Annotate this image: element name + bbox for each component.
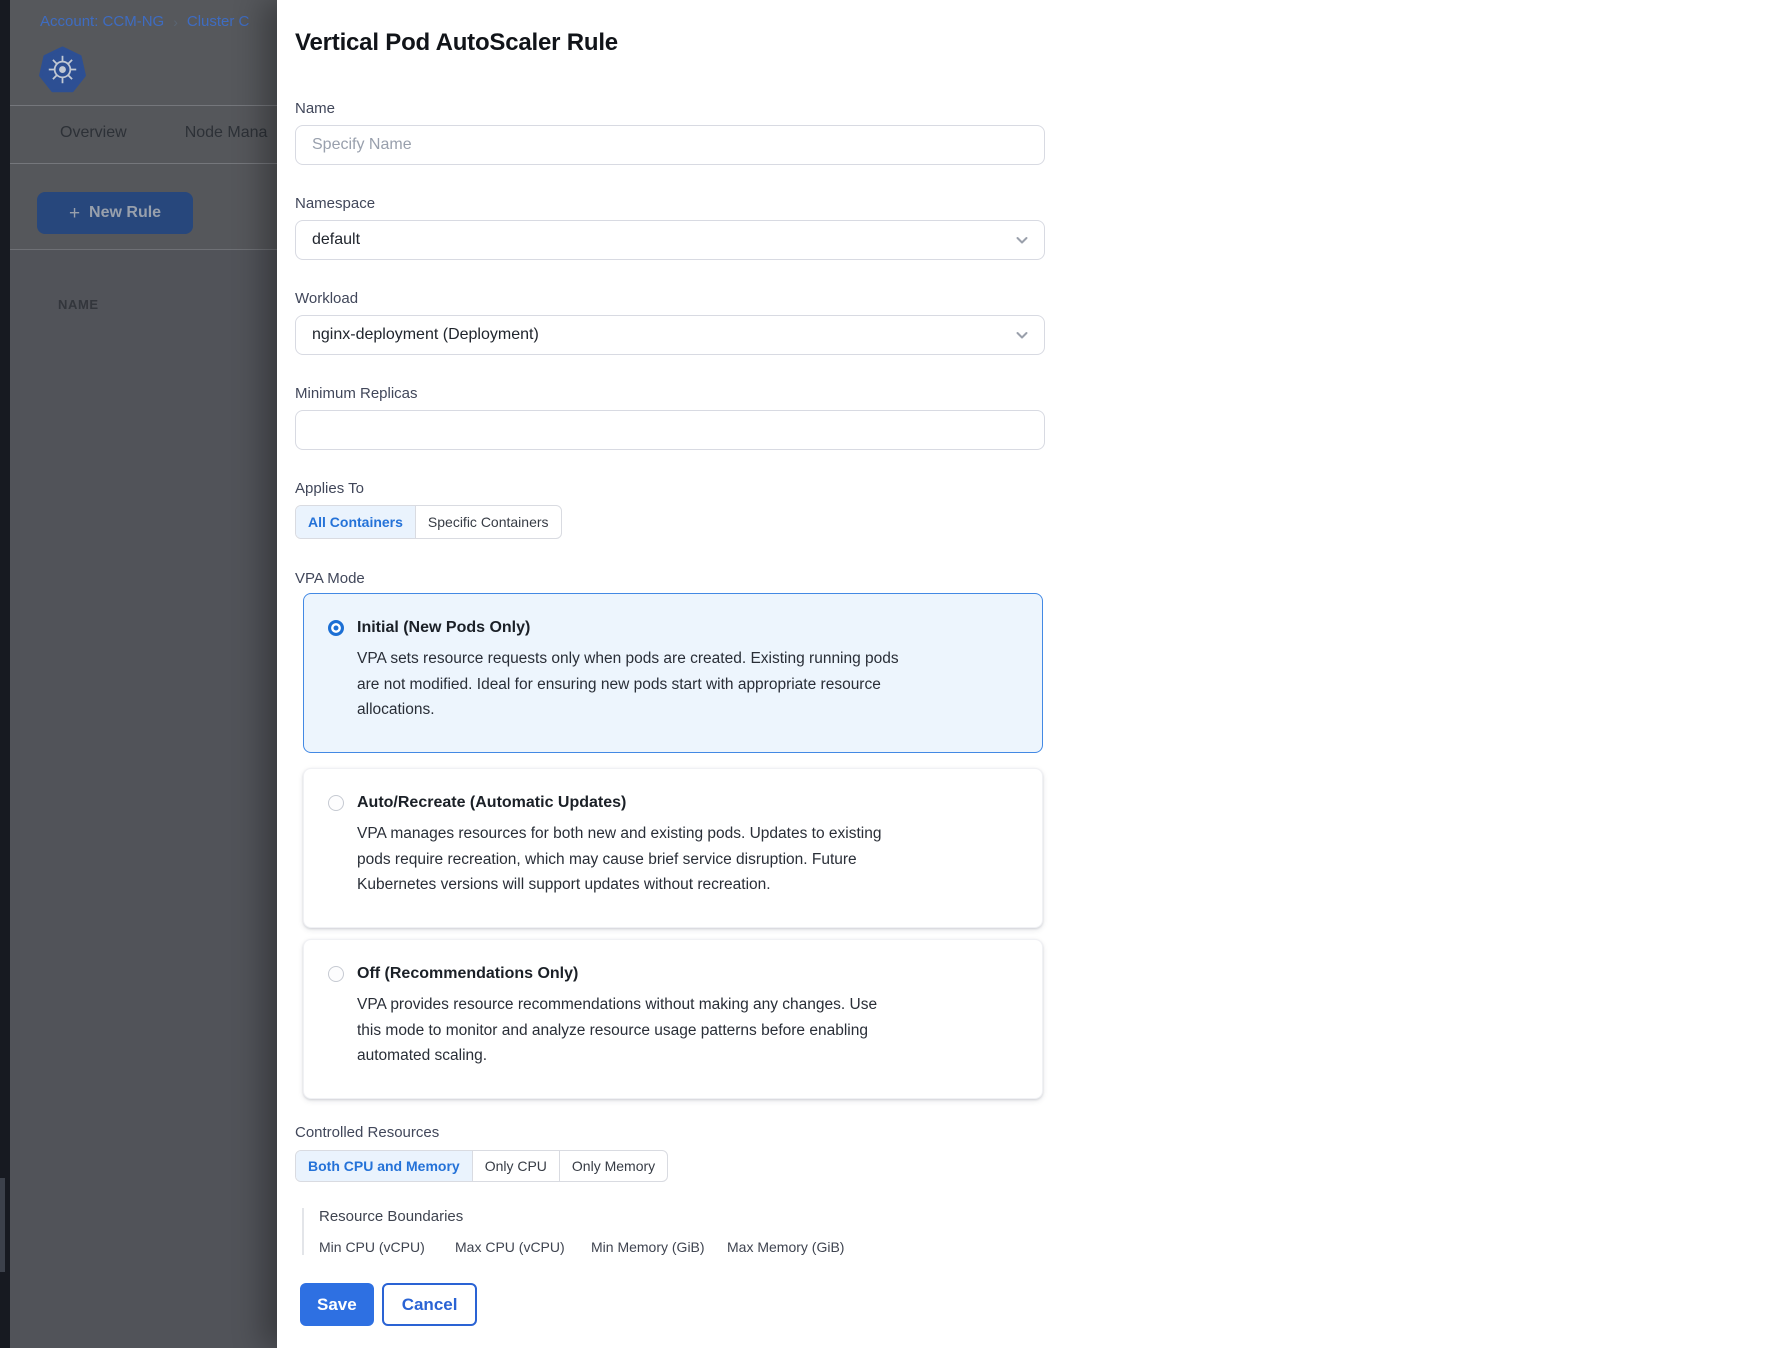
min-replicas-input[interactable] — [295, 410, 1045, 450]
column-min-cpu: Min CPU (vCPU) — [319, 1238, 455, 1255]
vpa-mode-option-description: VPA manages resources for both new and e… — [357, 821, 905, 898]
tab-overview[interactable]: Overview — [60, 124, 127, 142]
vpa-mode-card-initial[interactable]: Initial (New Pods Only) VPA sets resourc… — [303, 593, 1043, 753]
vpa-mode-option-description: VPA sets resource requests only when pod… — [357, 646, 905, 723]
workload-field-group: Workload nginx-deployment (Deployment) — [295, 290, 1045, 355]
chevron-down-icon — [1014, 327, 1030, 343]
applies-to-group: Applies To All Containers Specific Conta… — [295, 480, 1045, 539]
applies-to-segmented-control: All Containers Specific Containers — [295, 505, 562, 539]
segment-all-containers[interactable]: All Containers — [296, 506, 415, 538]
controlled-resources-segmented-control: Both CPU and Memory Only CPU Only Memory — [295, 1150, 668, 1182]
segment-both-cpu-memory[interactable]: Both CPU and Memory — [296, 1151, 472, 1181]
page-tabs: Overview Node Mana — [60, 124, 267, 142]
left-edge-rail — [0, 0, 10, 1348]
column-max-cpu: Max CPU (vCPU) — [455, 1238, 591, 1255]
new-rule-button-label: New Rule — [89, 204, 161, 222]
breadcrumb: Account: CCM-NG › Cluster C — [40, 13, 249, 30]
new-rule-button[interactable]: + New Rule — [37, 192, 193, 234]
segment-only-cpu[interactable]: Only CPU — [472, 1151, 559, 1181]
breadcrumb-cluster-link[interactable]: Cluster C — [187, 13, 250, 30]
resource-boundaries-label: Resource Boundaries — [319, 1208, 1782, 1226]
chevron-down-icon — [1014, 232, 1030, 248]
vpa-mode-label: VPA Mode — [295, 570, 1045, 588]
vpa-mode-option-title: Off (Recommendations Only) — [357, 965, 578, 982]
vpa-mode-card-auto-recreate[interactable]: Auto/Recreate (Automatic Updates) VPA ma… — [303, 768, 1043, 928]
segment-only-memory[interactable]: Only Memory — [559, 1151, 667, 1181]
min-replicas-label: Minimum Replicas — [295, 385, 1045, 403]
applies-to-label: Applies To — [295, 480, 1045, 498]
breadcrumb-separator-icon: › — [173, 14, 178, 30]
vpa-card-header: Auto/Recreate (Automatic Updates) — [328, 794, 1018, 811]
namespace-field-group: Namespace default — [295, 195, 1045, 260]
column-max-memory: Max Memory (GiB) — [727, 1238, 863, 1255]
drawer-footer: Save Cancel — [300, 1283, 477, 1326]
cancel-button[interactable]: Cancel — [382, 1283, 478, 1326]
vpa-mode-option-description: VPA provides resource recommendations wi… — [357, 992, 905, 1069]
segment-specific-containers[interactable]: Specific Containers — [415, 506, 561, 538]
column-min-memory: Min Memory (GiB) — [591, 1238, 727, 1255]
workload-select-value: nginx-deployment (Deployment) — [312, 326, 539, 344]
name-label: Name — [295, 100, 1045, 118]
vpa-mode-option-title: Initial (New Pods Only) — [357, 619, 530, 636]
name-field-group: Name — [295, 100, 1045, 165]
controlled-resources-label: Controlled Resources — [295, 1124, 1045, 1142]
drawer-title: Vertical Pod AutoScaler Rule — [295, 28, 1782, 58]
name-input[interactable] — [295, 125, 1045, 165]
vpa-mode-group: VPA Mode Initial (New Pods Only) VPA set… — [295, 570, 1045, 1099]
radio-unselected-icon[interactable] — [328, 795, 344, 811]
controlled-resources-group: Controlled Resources Both CPU and Memory… — [295, 1124, 1045, 1182]
namespace-select-value: default — [312, 231, 360, 249]
table-column-header-name: NAME — [58, 297, 99, 312]
namespace-select[interactable]: default — [295, 220, 1045, 260]
vpa-mode-option-title: Auto/Recreate (Automatic Updates) — [357, 794, 626, 811]
min-replicas-field-group: Minimum Replicas — [295, 385, 1045, 450]
vpa-rule-drawer: Vertical Pod AutoScaler Rule Name Namesp… — [277, 0, 1782, 1348]
kubernetes-logo-icon — [38, 46, 87, 95]
radio-selected-icon[interactable] — [328, 620, 344, 636]
resource-boundaries-section: Resource Boundaries Min CPU (vCPU) Max C… — [302, 1208, 1782, 1255]
radio-unselected-icon[interactable] — [328, 966, 344, 982]
app-root: Account: CCM-NG › Cluster C Overview Nod… — [0, 0, 1782, 1348]
drawer-scroll-area[interactable]: Vertical Pod AutoScaler Rule Name Namesp… — [277, 0, 1782, 1255]
tab-node-management[interactable]: Node Mana — [185, 124, 268, 142]
namespace-label: Namespace — [295, 195, 1045, 213]
vpa-mode-options: Initial (New Pods Only) VPA sets resourc… — [295, 593, 1045, 1099]
resource-boundaries-columns: Min CPU (vCPU) Max CPU (vCPU) Min Memory… — [319, 1238, 1782, 1255]
workload-select[interactable]: nginx-deployment (Deployment) — [295, 315, 1045, 355]
left-edge-rail-patch — [0, 1178, 5, 1272]
breadcrumb-account-link[interactable]: Account: CCM-NG — [40, 13, 164, 30]
vpa-card-header: Off (Recommendations Only) — [328, 965, 1018, 982]
vpa-mode-card-off[interactable]: Off (Recommendations Only) VPA provides … — [303, 939, 1043, 1099]
save-button[interactable]: Save — [300, 1283, 374, 1326]
workload-label: Workload — [295, 290, 1045, 308]
vpa-card-header: Initial (New Pods Only) — [328, 619, 1018, 636]
plus-icon: + — [69, 204, 80, 223]
